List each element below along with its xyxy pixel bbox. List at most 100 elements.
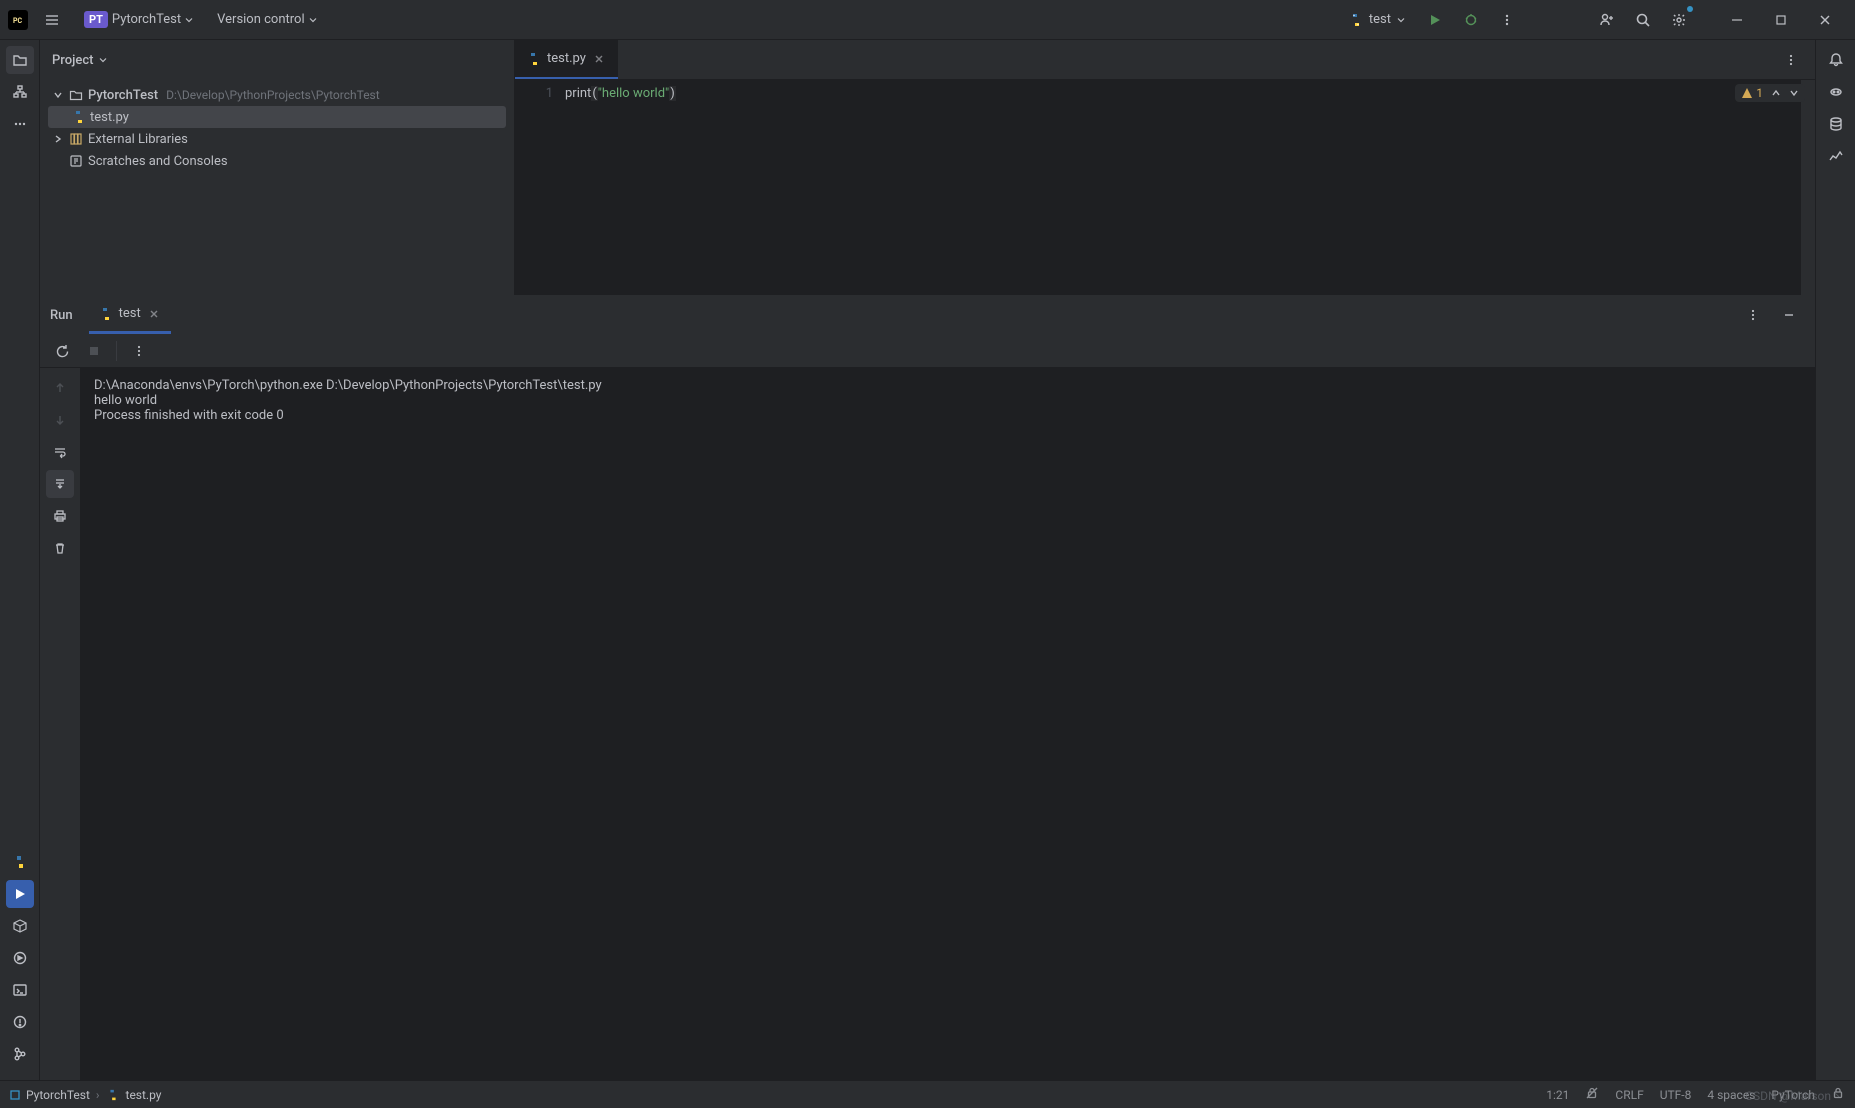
stop-button[interactable]	[80, 337, 108, 365]
sciview-button[interactable]	[1822, 142, 1850, 170]
editor-tabs-more-button[interactable]	[1775, 44, 1807, 76]
tree-external-libs[interactable]: External Libraries	[48, 128, 506, 150]
main-menu-button[interactable]	[36, 4, 68, 36]
run-toolbar-more-button[interactable]	[125, 337, 153, 365]
run-tool-button[interactable]	[6, 880, 34, 908]
debug-button[interactable]	[1455, 4, 1487, 36]
project-panel-header[interactable]: Project	[40, 40, 514, 80]
python-icon	[1349, 13, 1363, 27]
scroll-up-button[interactable]	[46, 374, 74, 402]
output-line: D:\Anaconda\envs\PyTorch\python.exe D:\D…	[94, 378, 1801, 393]
left-tool-sidebar	[0, 40, 40, 1080]
structure-tool-button[interactable]	[6, 78, 34, 106]
statusbar: PytorchTest › test.py 1:21 CRLF UTF-8 4 …	[0, 1080, 1855, 1108]
breadcrumb-file[interactable]: test.py	[126, 1088, 162, 1102]
run-output[interactable]: D:\Anaconda\envs\PyTorch\python.exe D:\D…	[80, 368, 1815, 1080]
search-button[interactable]	[1627, 4, 1659, 36]
minimize-button[interactable]	[1715, 0, 1759, 40]
scroll-down-button[interactable]	[46, 406, 74, 434]
editor-content[interactable]: 1 print("hello world") 1	[515, 80, 1815, 295]
run-panel-more-button[interactable]	[1737, 299, 1769, 331]
project-name: PytorchTest	[112, 12, 181, 27]
scratches-icon	[68, 153, 84, 169]
tree-root[interactable]: PytorchTest D:\Develop\PythonProjects\Py…	[48, 84, 506, 106]
editor-scrollbar[interactable]	[1801, 80, 1815, 295]
app-icon: PC	[8, 10, 28, 30]
problems-button[interactable]	[6, 1008, 34, 1036]
code-area[interactable]: print("hello world")	[565, 80, 1801, 295]
more-actions-button[interactable]	[1491, 4, 1523, 36]
warning-indicator[interactable]: 1	[1741, 86, 1763, 100]
settings-button[interactable]	[1663, 4, 1695, 36]
cursor-position[interactable]: 1:21	[1546, 1088, 1569, 1102]
run-config-selector[interactable]: test	[1339, 8, 1415, 31]
close-button[interactable]	[1803, 0, 1847, 40]
rerun-button[interactable]	[48, 337, 76, 365]
version-control-label: Version control	[217, 12, 305, 27]
editor-inspection-widget[interactable]: 1	[1735, 84, 1805, 102]
module-icon	[10, 1090, 20, 1100]
run-button[interactable]	[1419, 4, 1451, 36]
readonly-indicator[interactable]	[1585, 1086, 1599, 1103]
run-side-toolbar	[40, 368, 80, 1080]
folder-icon	[68, 87, 84, 103]
chevron-down-icon	[309, 16, 317, 24]
file-encoding[interactable]: UTF-8	[1660, 1088, 1692, 1102]
editor-tab-label: test.py	[547, 51, 586, 66]
code-token-str: "hello world"	[598, 86, 669, 101]
services-button[interactable]	[6, 944, 34, 972]
python-icon	[527, 52, 541, 66]
run-panel: Run test	[40, 295, 1815, 1080]
scroll-to-end-button[interactable]	[46, 470, 74, 498]
chevron-down-icon	[99, 56, 107, 64]
project-panel-title: Project	[52, 53, 93, 68]
more-tools-button[interactable]	[6, 110, 34, 138]
maximize-button[interactable]	[1759, 0, 1803, 40]
ai-assistant-button[interactable]	[1822, 78, 1850, 106]
breadcrumb-project[interactable]: PytorchTest	[26, 1088, 90, 1102]
code-token-fn: print	[565, 86, 591, 101]
python-icon	[99, 307, 113, 321]
project-selector[interactable]: PT PytorchTest	[76, 7, 201, 32]
run-config-label: test	[1369, 12, 1391, 27]
database-button[interactable]	[1822, 110, 1850, 138]
chevron-down-icon	[185, 16, 193, 24]
tree-root-label: PytorchTest	[88, 88, 158, 103]
collapse-icon	[52, 134, 64, 144]
tree-file-label: test.py	[90, 110, 129, 125]
tree-file[interactable]: test.py	[48, 106, 506, 128]
chevron-up-icon[interactable]	[1771, 88, 1781, 98]
chevron-down-icon[interactable]	[1789, 88, 1799, 98]
version-control-menu[interactable]: Version control	[209, 8, 325, 31]
output-line: Process finished with exit code 0	[94, 408, 1801, 423]
gutter: 1	[515, 80, 565, 295]
tree-external-libs-label: External Libraries	[88, 132, 188, 147]
project-panel: Project PytorchTest D:\Develop\PythonPro…	[40, 40, 515, 295]
chevron-down-icon	[1397, 16, 1405, 24]
watermark: CSDN @Marson丶	[1745, 1087, 1843, 1104]
python-console-button[interactable]	[6, 848, 34, 876]
breadcrumb[interactable]: PytorchTest › test.py	[10, 1088, 161, 1102]
run-tab-label: test	[119, 306, 141, 321]
library-icon	[68, 131, 84, 147]
tree-scratches[interactable]: Scratches and Consoles	[48, 150, 506, 172]
line-separator[interactable]: CRLF	[1615, 1088, 1643, 1102]
editor-tab[interactable]: test.py	[515, 40, 618, 79]
terminal-button[interactable]	[6, 976, 34, 1004]
code-with-me-button[interactable]	[1591, 4, 1623, 36]
soft-wrap-button[interactable]	[46, 438, 74, 466]
run-config-tab[interactable]: test	[89, 296, 171, 334]
python-packages-button[interactable]	[6, 912, 34, 940]
clear-all-button[interactable]	[46, 534, 74, 562]
warning-count: 1	[1756, 86, 1763, 100]
run-panel-minimize-button[interactable]	[1773, 299, 1805, 331]
print-button[interactable]	[46, 502, 74, 530]
vcs-button[interactable]	[6, 1040, 34, 1068]
tab-close-button[interactable]	[592, 52, 606, 66]
run-tab-close-button[interactable]	[147, 307, 161, 321]
line-number: 1	[515, 86, 553, 101]
titlebar: PC PT PytorchTest Version control test	[0, 0, 1855, 40]
project-tool-button[interactable]	[6, 46, 34, 74]
notifications-button[interactable]	[1822, 46, 1850, 74]
project-badge: PT	[84, 11, 108, 28]
